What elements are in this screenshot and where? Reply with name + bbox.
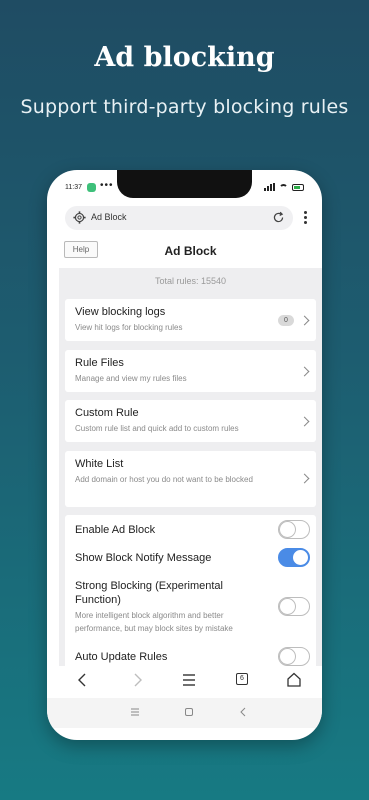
- status-time: 11:37: [65, 184, 82, 191]
- tabs-icon[interactable]: 6: [232, 670, 252, 690]
- forward-icon[interactable]: [127, 670, 147, 690]
- menu-icon[interactable]: [179, 670, 199, 690]
- item-title: Custom Rule: [75, 407, 139, 419]
- back-icon[interactable]: [73, 670, 93, 690]
- enable-ad-block-toggle[interactable]: [278, 520, 310, 539]
- auto-update-rules-label: Auto Update Rules: [75, 651, 168, 663]
- browser-bottom-nav: 6: [47, 666, 322, 694]
- battery-icon: [292, 183, 304, 191]
- toggle-knob: [280, 599, 295, 614]
- page-title: Ad Block: [164, 244, 217, 258]
- strong-blocking-description: More intelligent block algorithm and bet…: [75, 611, 233, 633]
- hero-subtitle: Support third-party blocking rules: [20, 96, 349, 118]
- show-block-notify-label: Show Block Notify Message: [75, 552, 212, 564]
- wifi-icon: [279, 183, 288, 191]
- notification-app-icon: [87, 183, 96, 192]
- strong-blocking-toggle[interactable]: [278, 597, 310, 616]
- item-subtitle: Custom rule list and quick add to custom…: [75, 424, 239, 433]
- system-navigation-bar: [47, 698, 322, 728]
- status-bar: 11:37 •••: [65, 180, 304, 195]
- view-blocking-logs-item[interactable]: View blocking logs View hit logs for blo…: [65, 299, 316, 341]
- rule-files-item[interactable]: Rule Files Manage and view my rules file…: [65, 350, 316, 392]
- log-count-badge: 0: [278, 315, 294, 326]
- chevron-right-icon: [299, 473, 310, 484]
- total-rules-label: Total rules: 15540: [154, 276, 227, 286]
- toggle-knob: [280, 522, 295, 537]
- more-notifications-icon: •••: [100, 180, 114, 191]
- item-title: Rule Files: [75, 357, 124, 369]
- strong-blocking-label: Strong Blocking (Experimental Function): [75, 580, 223, 606]
- hero-title: Ad blocking: [94, 42, 275, 73]
- toggle-knob: [293, 550, 308, 565]
- signal-icon: [264, 183, 275, 191]
- settings-list: Enable Ad Block Show Block Notify Messag…: [65, 515, 316, 666]
- phone-frame: 11:37 ••• Ad Block Help Ad Block Total r…: [47, 170, 322, 740]
- enable-ad-block-label: Enable Ad Block: [75, 524, 156, 536]
- reload-icon[interactable]: [272, 211, 285, 224]
- auto-update-rules-toggle[interactable]: [278, 647, 310, 666]
- status-icons: [264, 183, 304, 191]
- item-subtitle: View hit logs for blocking rules: [75, 323, 183, 332]
- custom-rule-item[interactable]: Custom Rule Custom rule list and quick a…: [65, 400, 316, 442]
- ad-block-page: Help Ad Block Total rules: 15540 View bl…: [59, 236, 322, 666]
- white-list-item[interactable]: White List Add domain or host you do not…: [65, 451, 316, 507]
- system-home-icon[interactable]: [181, 704, 197, 720]
- home-icon[interactable]: [284, 670, 304, 690]
- tabs-count: 6: [236, 673, 248, 685]
- item-subtitle: Add domain or host you do not want to be…: [75, 475, 253, 484]
- gear-icon: [73, 211, 86, 224]
- chevron-right-icon: [299, 366, 310, 377]
- item-title: View blocking logs: [75, 306, 166, 318]
- system-back-icon[interactable]: [235, 704, 251, 720]
- recents-icon[interactable]: [127, 704, 143, 720]
- toggle-knob: [280, 649, 295, 664]
- page-header: Help Ad Block: [59, 236, 322, 268]
- item-title: White List: [75, 458, 124, 470]
- item-subtitle: Manage and view my rules files: [75, 374, 187, 383]
- overflow-menu-icon[interactable]: [300, 209, 310, 227]
- address-bar[interactable]: Ad Block: [65, 206, 293, 230]
- show-block-notify-toggle[interactable]: [278, 548, 310, 567]
- address-text: Ad Block: [91, 212, 127, 222]
- chevron-right-icon: [299, 315, 310, 326]
